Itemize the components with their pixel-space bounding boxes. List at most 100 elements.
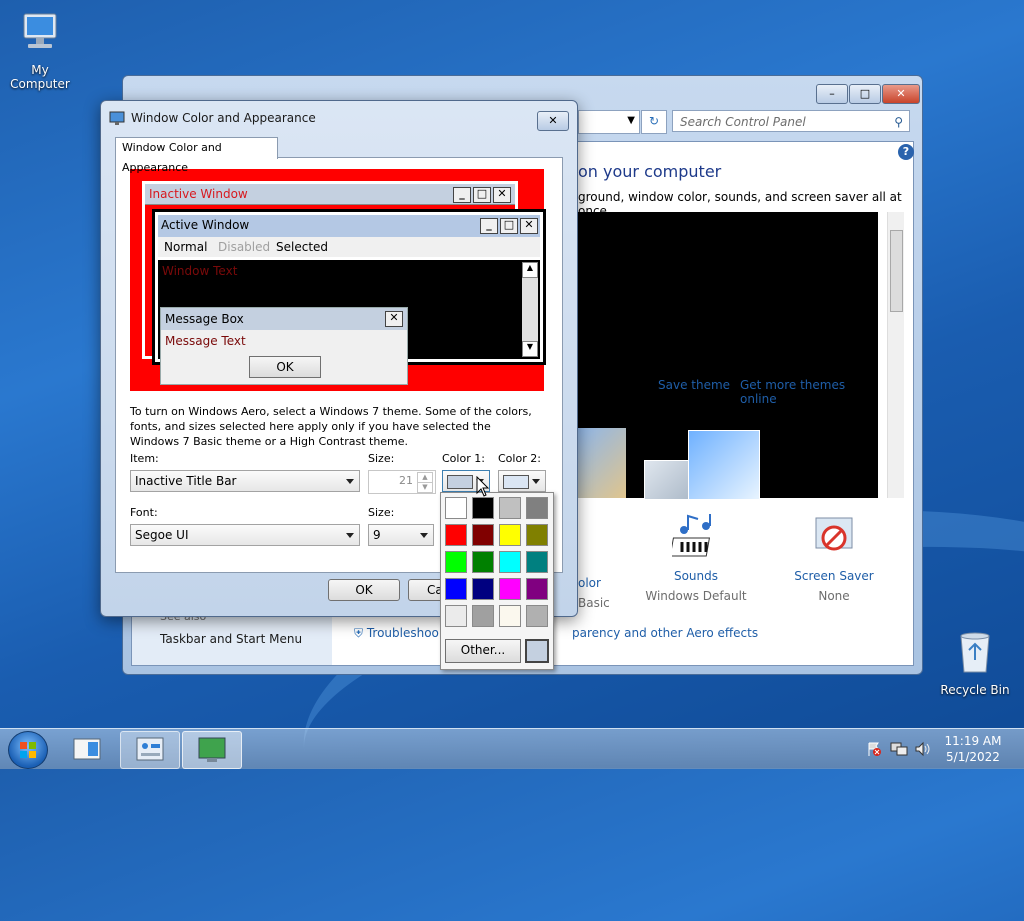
sounds-title: Sounds xyxy=(673,569,719,583)
recycle-bin-label: Recycle Bin xyxy=(940,683,1010,697)
recycle-bin-desktop-icon[interactable]: Recycle Bin xyxy=(935,628,1015,697)
screen-saver-icon xyxy=(815,517,853,551)
font-size-dropdown[interactable]: 9 xyxy=(368,524,434,546)
theme-list[interactable]: Save theme Get more themes online xyxy=(578,212,878,500)
theme-list-scrollbar[interactable] xyxy=(887,212,904,498)
clock-time: 11:19 AM xyxy=(944,734,1002,748)
message-box-title-bar: Message Box ✕ xyxy=(161,308,407,330)
more-themes-link[interactable]: Get more themes online xyxy=(740,378,878,406)
color-swatch[interactable] xyxy=(445,524,467,546)
message-text: Message Text xyxy=(165,334,246,348)
color-swatch[interactable] xyxy=(499,605,521,627)
taskbar-control-panel-button[interactable] xyxy=(120,731,180,769)
volume-icon[interactable] xyxy=(914,741,932,757)
other-color-button[interactable]: Other... xyxy=(445,639,521,663)
computer-icon xyxy=(23,13,57,48)
color-swatch[interactable] xyxy=(499,524,521,546)
search-placeholder: Search Control Panel xyxy=(680,115,806,129)
font-dropdown[interactable]: Segoe UI xyxy=(130,524,360,546)
scrollbar-thumb[interactable] xyxy=(890,230,903,312)
color-swatch[interactable] xyxy=(472,578,494,600)
color-swatch[interactable] xyxy=(445,551,467,573)
scroll-down-icon: ▼ xyxy=(522,341,538,357)
search-icon: ⚲ xyxy=(894,115,903,129)
color-swatch[interactable] xyxy=(526,497,548,519)
action-center-icon[interactable] xyxy=(866,741,882,757)
preview-menu-bar: Normal Disabled Selected xyxy=(155,237,543,257)
screen-saver-item[interactable]: Screen Saver None xyxy=(778,512,890,603)
save-theme-link[interactable]: Save theme xyxy=(658,378,730,392)
troubleshoot-link[interactable]: ⛨ Troubleshoo xyxy=(354,626,439,641)
maximize-icon: □ xyxy=(500,218,518,234)
color-swatch[interactable] xyxy=(499,497,521,519)
color-palette-popup: Other... xyxy=(440,492,554,670)
page-heading: on your computer xyxy=(578,162,722,181)
taskbar-explorer-button[interactable] xyxy=(58,731,116,767)
sounds-icon xyxy=(669,514,711,557)
chevron-down-icon xyxy=(346,533,354,538)
stepper-down-icon[interactable]: ▼ xyxy=(417,482,433,493)
clock-date: 5/1/2022 xyxy=(946,750,1000,764)
item-value: Inactive Title Bar xyxy=(135,474,237,488)
color2-picker[interactable] xyxy=(498,470,546,492)
display-icon xyxy=(109,111,125,125)
color-swatch[interactable] xyxy=(472,551,494,573)
theme-thumbnail[interactable] xyxy=(578,428,626,498)
item-dropdown[interactable]: Inactive Title Bar xyxy=(130,470,360,492)
aero-link[interactable]: parency and other Aero effects xyxy=(572,626,758,640)
network-icon[interactable] xyxy=(890,741,908,757)
color-swatch[interactable] xyxy=(499,551,521,573)
active-window-title: Active Window xyxy=(161,218,250,232)
preview-scrollbar: ▲ ▼ xyxy=(522,262,538,357)
color-swatch[interactable] xyxy=(526,578,548,600)
appearance-preview: Inactive Window _ □ ✕ Active Window _ □ ✕ No… xyxy=(130,169,546,391)
sounds-item[interactable]: Sounds Windows Default xyxy=(640,512,752,603)
color-swatch[interactable] xyxy=(445,605,467,627)
color-swatch[interactable] xyxy=(472,524,494,546)
refresh-icon: ↻ xyxy=(648,114,660,128)
size-value: 21 xyxy=(399,474,413,487)
color-swatch[interactable] xyxy=(526,551,548,573)
font-value: Segoe UI xyxy=(135,528,189,542)
color1-label: Color 1: xyxy=(442,452,485,465)
chevron-down-icon xyxy=(532,479,540,484)
color-swatch[interactable] xyxy=(526,605,548,627)
maximize-button[interactable]: □ xyxy=(849,84,881,104)
taskbar-start-menu-link[interactable]: Taskbar and Start Menu xyxy=(160,632,302,646)
color-swatch[interactable] xyxy=(472,497,494,519)
close-button[interactable]: ✕ xyxy=(882,84,920,104)
minimize-icon: _ xyxy=(480,218,498,234)
taskbar-window-color-button[interactable] xyxy=(182,731,242,769)
chevron-down-icon xyxy=(346,479,354,484)
color-swatch[interactable] xyxy=(526,524,548,546)
minimize-button[interactable]: – xyxy=(816,84,848,104)
active-title-bar: Active Window _ □ ✕ xyxy=(155,212,543,237)
search-input[interactable]: Search Control Panel ⚲ xyxy=(672,110,910,132)
system-clock[interactable]: 11:19 AM 5/1/2022 xyxy=(938,733,1008,765)
color-swatch[interactable] xyxy=(445,578,467,600)
maximize-icon: □ xyxy=(473,187,491,203)
menu-normal: Normal xyxy=(164,240,208,254)
color-swatch[interactable] xyxy=(472,605,494,627)
tab-window-color[interactable]: Window Color and Appearance xyxy=(115,137,278,174)
theme-thumbnail[interactable] xyxy=(688,430,760,500)
color2-swatch xyxy=(503,475,529,489)
ok-button[interactable]: OK xyxy=(328,579,400,601)
inactive-window-title: Inactive Window xyxy=(149,187,248,201)
help-icon[interactable]: ? xyxy=(898,144,914,160)
dialog-close-button[interactable]: ✕ xyxy=(537,111,569,131)
start-button[interactable] xyxy=(8,731,48,769)
screen-saver-sub: None xyxy=(818,589,850,603)
selected-color-swatch xyxy=(525,639,549,663)
address-bar[interactable]: ▼ xyxy=(578,110,640,134)
color-swatch[interactable] xyxy=(499,578,521,600)
my-computer-desktop-icon[interactable]: My Computer xyxy=(0,8,80,91)
control-panel-icon xyxy=(136,737,164,761)
close-icon: ✕ xyxy=(493,187,511,203)
refresh-button[interactable]: ↻ xyxy=(641,110,667,134)
address-dropdown-icon[interactable]: ▼ xyxy=(627,115,635,126)
color-swatch[interactable] xyxy=(445,497,467,519)
size-stepper[interactable]: 21 ▲ ▼ xyxy=(368,470,436,494)
display-settings-icon xyxy=(198,737,226,762)
color2-label: Color 2: xyxy=(498,452,541,465)
